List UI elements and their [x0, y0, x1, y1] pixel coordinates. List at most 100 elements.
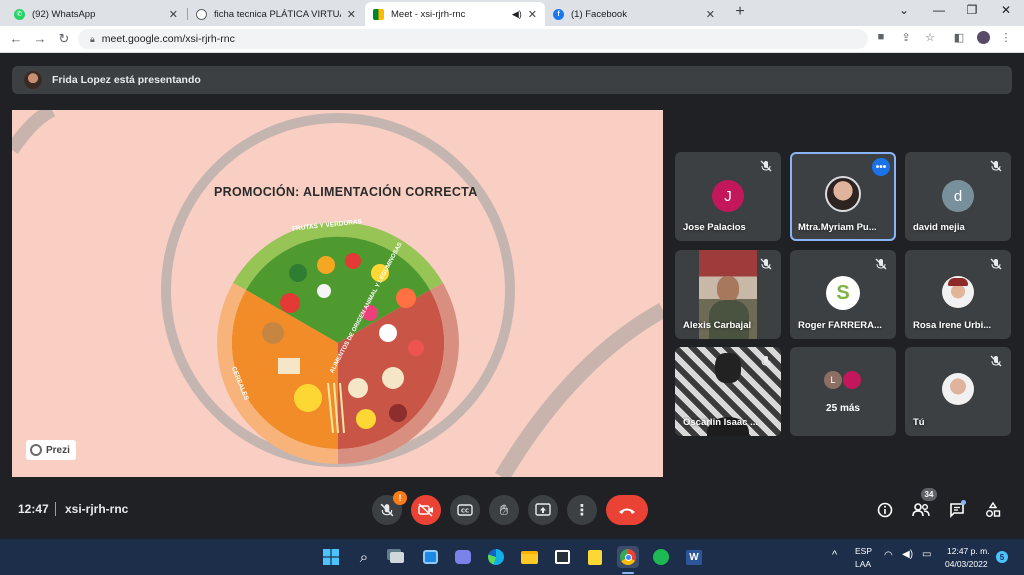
raise-hand-button[interactable]: ✋︎: [489, 495, 519, 525]
wifi-icon[interactable]: ◠: [884, 550, 893, 561]
people-button[interactable]: [909, 498, 933, 522]
warning-badge: !: [393, 491, 407, 505]
participant-tile-alexis[interactable]: Alexis Carbajal: [675, 250, 781, 339]
participant-name: Oscarlin Isaac ...: [683, 417, 758, 428]
participant-tile-myriam[interactable]: ••• Mtra.Myriam Pu...: [790, 152, 896, 241]
meet-icon: [373, 8, 384, 20]
url-input[interactable]: 🔒︎ meet.google.com/xsi-rjrh-rnc: [78, 29, 868, 49]
more-participants-count: 25 más: [826, 403, 860, 414]
presenter-avatar: [24, 71, 42, 89]
minimize-icon[interactable]: —: [929, 3, 949, 17]
prezi-badge[interactable]: Prezi: [26, 440, 76, 460]
store-icon[interactable]: [551, 546, 573, 568]
camera-icon[interactable]: ■: [873, 31, 889, 43]
notes-icon[interactable]: [584, 546, 606, 568]
chrome-icon[interactable]: [617, 546, 639, 568]
lock-icon[interactable]: 🔒︎: [90, 34, 95, 45]
participant-name: Tú: [913, 417, 925, 428]
mic-off-icon: [875, 258, 887, 270]
menu-dots-icon[interactable]: ⋮: [998, 31, 1014, 44]
hand-icon: ✋︎: [499, 501, 509, 519]
language-bottom[interactable]: LAA: [855, 559, 871, 569]
share-icon[interactable]: ⇪: [898, 31, 914, 44]
avatar-logo-icon: S: [826, 276, 860, 310]
participant-tile-david[interactable]: d david mejia: [905, 152, 1011, 241]
clock-time[interactable]: 12:47 p. m.: [947, 546, 990, 556]
activities-button[interactable]: [981, 498, 1005, 522]
tab-title: Meet - xsi-rjrh-rnc: [391, 8, 466, 20]
presenter-text: Frida Lopez está presentando: [52, 74, 201, 86]
more-options-button[interactable]: ⋮: [567, 495, 597, 525]
participant-name: Roger FARRERA...: [798, 320, 882, 331]
mic-off-icon: [760, 258, 772, 270]
meeting-code: xsi-rjrh-rnc: [65, 502, 129, 516]
present-now-button[interactable]: [528, 495, 558, 525]
new-tab-icon[interactable]: +: [731, 3, 749, 21]
profile-avatar[interactable]: [975, 31, 991, 44]
notification-count-badge[interactable]: 5: [996, 551, 1008, 563]
avatar: [843, 371, 861, 389]
participant-tile-roger[interactable]: S Roger FARRERA...: [790, 250, 896, 339]
mic-off-icon: [990, 160, 1002, 172]
camera-button[interactable]: [411, 495, 441, 525]
meeting-details-button[interactable]: [873, 498, 897, 522]
participant-tile-you[interactable]: Tú: [905, 347, 1011, 436]
shared-screen[interactable]: PROMOCIÓN: ALIMENTACIÓN CORRECTA FRUTAS …: [12, 110, 663, 477]
battery-icon[interactable]: ▭: [922, 549, 931, 560]
tab-title: (1) Facebook: [571, 8, 627, 20]
side-panel-icon[interactable]: ◧: [951, 31, 967, 44]
present-screen-icon: [535, 503, 551, 516]
participant-name: Jose Palacios: [683, 222, 746, 233]
presenter-banner: Frida Lopez está presentando: [12, 66, 1012, 94]
back-icon[interactable]: ←: [8, 31, 24, 46]
bookmark-star-icon[interactable]: ☆: [922, 31, 938, 44]
close-tab-icon[interactable]: ✕: [169, 8, 178, 21]
search-icon[interactable]: ⌕: [353, 546, 375, 568]
tab-whatsapp[interactable]: ✆ (92) WhatsApp ✕: [6, 2, 186, 26]
hang-up-icon: [619, 508, 635, 514]
speaker-icon[interactable]: ◀): [512, 9, 522, 20]
mic-off-icon: [760, 355, 772, 367]
widgets-icon[interactable]: [419, 546, 441, 568]
spotify-icon[interactable]: [650, 546, 672, 568]
slide-title: PROMOCIÓN: ALIMENTACIÓN CORRECTA: [214, 185, 478, 199]
forward-icon[interactable]: →: [32, 31, 48, 46]
close-tab-icon[interactable]: ✕: [528, 8, 537, 21]
participant-name: Mtra.Myriam Pu...: [798, 222, 877, 233]
restore-icon[interactable]: ❐: [962, 3, 982, 17]
chat-button[interactable]: [945, 498, 969, 522]
close-window-icon[interactable]: ✕: [996, 3, 1016, 17]
tab-facebook[interactable]: f (1) Facebook ✕: [545, 2, 723, 26]
divider: [55, 502, 56, 516]
edge-icon[interactable]: [485, 546, 507, 568]
avatar: d: [942, 180, 974, 212]
chevron-up-icon[interactable]: ^: [832, 549, 837, 561]
captions-icon: CC: [457, 504, 473, 516]
teams-chat-icon[interactable]: [452, 546, 474, 568]
word-icon[interactable]: W: [683, 546, 705, 568]
participant-tile-oscarlin[interactable]: Oscarlin Isaac ...: [675, 347, 781, 436]
chevron-down-icon[interactable]: ⌄: [894, 3, 914, 17]
reload-icon[interactable]: ↻: [56, 31, 72, 47]
participant-name: Rosa Irene Urbi...: [913, 320, 992, 331]
tab-ficha[interactable]: ficha tecnica PLÁTICA VIRTUAL d ✕: [188, 2, 364, 26]
participant-tile-jose[interactable]: J Jose Palacios: [675, 152, 781, 241]
close-tab-icon[interactable]: ✕: [347, 8, 356, 21]
tab-meet[interactable]: Meet - xsi-rjrh-rnc ◀) ✕: [365, 2, 545, 26]
file-explorer-icon[interactable]: [518, 546, 540, 568]
close-tab-icon[interactable]: ✕: [706, 8, 715, 21]
start-windows-icon[interactable]: [320, 546, 342, 568]
leave-call-button[interactable]: [606, 495, 648, 525]
mic-off-icon: [380, 503, 394, 517]
task-view-icon[interactable]: [386, 546, 408, 568]
clock-date[interactable]: 04/03/2022: [945, 559, 988, 569]
language-top[interactable]: ESP: [855, 546, 872, 556]
avatar: [942, 276, 974, 308]
avatar: [825, 176, 861, 212]
info-icon: [877, 502, 893, 518]
more-options-icon[interactable]: •••: [872, 158, 890, 176]
participant-tile-rosa[interactable]: Rosa Irene Urbi...: [905, 250, 1011, 339]
participant-tile-more[interactable]: L 25 más: [790, 347, 896, 436]
captions-button[interactable]: CC: [450, 495, 480, 525]
volume-icon[interactable]: ◀): [902, 549, 913, 560]
